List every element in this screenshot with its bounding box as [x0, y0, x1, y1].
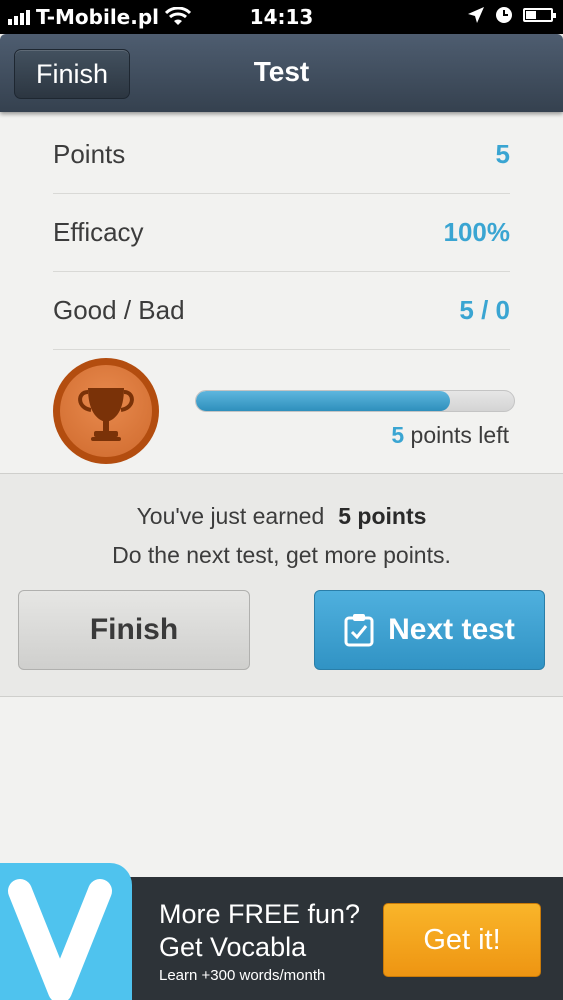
get-it-button[interactable]: Get it! [383, 903, 541, 977]
stat-value: 5 / 0 [459, 295, 510, 325]
ad-banner[interactable]: More FREE fun? Get Vocabla Learn +300 wo… [0, 863, 563, 1000]
next-test-button[interactable]: Next test [314, 590, 545, 670]
stat-label: Good / Bad [53, 295, 185, 325]
earned-prefix: You've just earned [136, 503, 325, 529]
earned-points: 5 points [338, 503, 427, 529]
points-progress-bar [195, 390, 515, 412]
points-left-text: points left [404, 422, 509, 448]
progress-fill [196, 391, 451, 411]
earned-message: You've just earned 5 points [0, 503, 563, 530]
clipboard-check-icon [344, 614, 374, 647]
navigation-bar: Finish Test [0, 34, 563, 112]
vocabla-logo [0, 863, 132, 1000]
stat-value: 100% [443, 217, 511, 247]
result-panel: You've just earned 5 points Do the next t… [0, 473, 563, 697]
ad-tagline: Learn +300 words/month [159, 967, 326, 984]
trophy-badge [53, 358, 159, 464]
next-test-label: Next test [388, 613, 515, 646]
trophy-icon [78, 388, 134, 441]
points-left-label: 5 points left [195, 422, 509, 449]
stat-label: Points [53, 139, 126, 169]
stat-value: 5 [495, 139, 510, 169]
page-title: Test [253, 56, 310, 87]
points-left-number: 5 [391, 422, 405, 448]
ad-subheadline: Get Vocabla [159, 932, 307, 962]
stat-row-points: Points 5 [53, 116, 510, 194]
ad-headline: More FREE fun? [159, 899, 361, 929]
vocabla-v-icon [8, 879, 112, 1000]
status-icons [467, 6, 556, 24]
stat-row-good-bad: Good / Bad 5 / 0 [53, 272, 510, 350]
status-bar: T-Mobile.pl 14:13 [0, 0, 563, 34]
location-arrow-icon [468, 7, 484, 23]
alarm-clock-icon [496, 7, 512, 23]
stat-row-efficacy: Efficacy 100% [53, 194, 510, 272]
next-test-message: Do the next test, get more points. [112, 542, 451, 568]
finish-button[interactable]: Finish [18, 590, 250, 670]
battery-icon [523, 8, 556, 22]
stat-label: Efficacy [53, 217, 144, 247]
